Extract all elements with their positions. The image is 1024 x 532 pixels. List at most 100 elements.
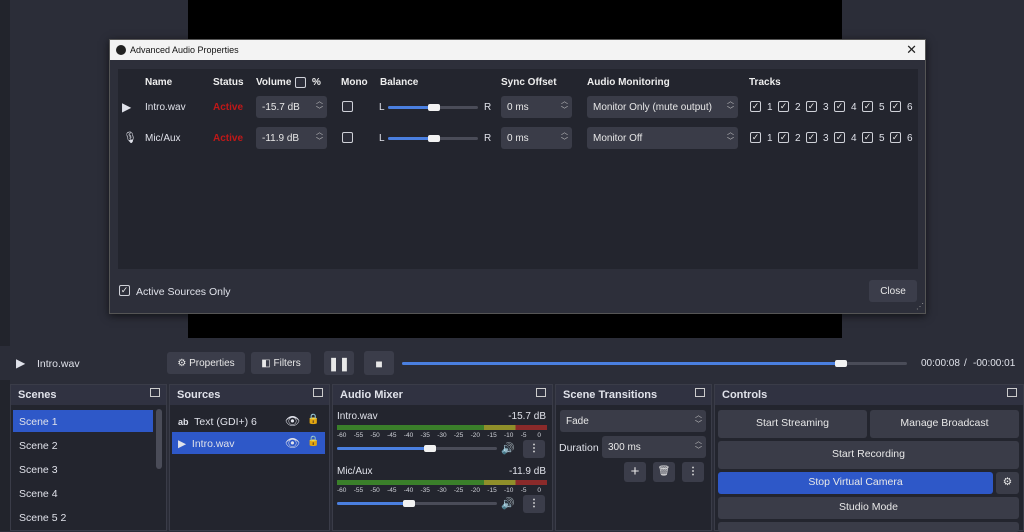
channel-name: Mic/Aux xyxy=(337,466,373,477)
duration-value: 300 ms xyxy=(608,442,641,453)
spin-arrows-icon[interactable]: ︿ ﹀ xyxy=(695,437,702,455)
controls-title: Controls xyxy=(722,389,768,401)
lock-icon[interactable]: 🔒 xyxy=(307,414,319,425)
trash-icon[interactable]: 🗑 xyxy=(653,462,675,482)
source-item[interactable]: ▶ Intro.wav 👁 🔒 xyxy=(172,432,325,454)
popout-icon[interactable] xyxy=(695,388,705,397)
source-item[interactable]: ab Text (GDI+) 6 👁 🔒 xyxy=(172,410,325,432)
monitoring-dropdown[interactable]: Monitor Only (mute output) ︿ ﹀ xyxy=(587,96,738,118)
row-name: Mic/Aux xyxy=(145,133,181,144)
close-button[interactable]: Close xyxy=(869,280,917,302)
popout-icon[interactable] xyxy=(313,388,323,397)
dropdown-arrows-icon[interactable]: ︿ ﹀ xyxy=(695,411,702,429)
lock-icon[interactable]: 🔒 xyxy=(307,436,319,447)
scene-item[interactable]: Scene 3 xyxy=(13,458,153,480)
play-icon: ▶ xyxy=(178,438,187,450)
seek-handle[interactable] xyxy=(834,360,847,367)
mono-checkbox[interactable] xyxy=(342,132,353,143)
track-checkbox[interactable]: ✓ xyxy=(778,101,789,112)
balance-handle[interactable] xyxy=(428,104,440,111)
close-icon[interactable]: ✕ xyxy=(906,42,917,58)
filter-icon: ◧ xyxy=(261,358,271,369)
duration-spinbox[interactable]: 300 ms ︿ ﹀ xyxy=(602,436,706,458)
volume-handle[interactable] xyxy=(403,500,415,507)
volume-spinbox[interactable]: -11.9 dB ︿ ﹀ xyxy=(256,127,327,149)
channel-db: -11.9 dB xyxy=(508,466,546,477)
monitoring-dropdown[interactable]: Monitor Off ︿ ﹀ xyxy=(587,127,738,149)
popout-icon[interactable] xyxy=(1007,388,1017,397)
track-label: 3 xyxy=(823,102,829,113)
track-label: 5 xyxy=(879,133,885,144)
add-transition-button[interactable]: + xyxy=(624,462,646,482)
filters-button[interactable]: ◧ Filters xyxy=(251,352,311,374)
play-icon[interactable]: ▶ xyxy=(16,356,25,370)
meter-tick-label: -30 xyxy=(437,487,447,494)
sync-offset-spinbox[interactable]: 0 ms ︿ ﹀ xyxy=(501,127,572,149)
track-checkbox[interactable]: ✓ xyxy=(806,132,817,143)
audio-mixer-dock: Audio Mixer Intro.wav -15.7 dB -60 -55 -50 -4… xyxy=(332,384,553,531)
meter-tick-label: 0 xyxy=(537,432,542,439)
volume-handle[interactable] xyxy=(424,445,436,452)
track-checkbox[interactable]: ✓ xyxy=(834,132,845,143)
track-label: 1 xyxy=(767,102,773,113)
meter-tick-label: -60 xyxy=(337,487,347,494)
track-checkbox[interactable]: ✓ xyxy=(778,132,789,143)
popout-icon[interactable] xyxy=(150,388,160,397)
scenes-scrollbar[interactable] xyxy=(156,409,162,469)
active-only-checkbox[interactable]: ✓ xyxy=(119,285,130,296)
mono-checkbox[interactable] xyxy=(342,101,353,112)
stop-virtual-camera-button[interactable]: Stop Virtual Camera xyxy=(718,472,993,494)
properties-button[interactable]: ⚙ Properties xyxy=(167,352,245,374)
current-source-name: Intro.wav xyxy=(37,358,80,370)
scene-item[interactable]: Scene 2 xyxy=(13,434,153,456)
scene-item[interactable]: Scene 1 xyxy=(13,410,153,432)
track-checkbox[interactable]: ✓ xyxy=(890,101,901,112)
spin-arrows-icon[interactable]: ︿ ﹀ xyxy=(316,97,323,115)
balance-left-label: L xyxy=(379,102,385,113)
time-elapsed: 00:00:08 xyxy=(921,358,960,369)
track-checkbox[interactable]: ✓ xyxy=(834,101,845,112)
more-options-icon[interactable]: ⋮ xyxy=(682,462,704,482)
sync-offset-spinbox[interactable]: 0 ms ︿ ﹀ xyxy=(501,96,572,118)
eye-icon[interactable]: 👁 xyxy=(285,436,300,450)
spin-arrows-icon[interactable]: ︿ ﹀ xyxy=(561,128,568,146)
manage-broadcast-button[interactable]: Manage Broadcast xyxy=(870,410,1019,438)
more-options-icon[interactable]: ⋮ xyxy=(523,440,545,458)
spin-arrows-icon[interactable]: ︿ ﹀ xyxy=(561,97,568,115)
studio-mode-button[interactable]: Studio Mode xyxy=(718,497,1019,519)
resize-grip-icon[interactable]: ⋰ xyxy=(916,302,924,311)
more-options-icon[interactable]: ⋮ xyxy=(523,495,545,513)
volume-fill xyxy=(337,502,409,505)
volume-percent-checkbox[interactable] xyxy=(295,77,306,88)
pause-button[interactable]: ❚❚ xyxy=(324,351,354,375)
spin-arrows-icon[interactable]: ︿ ﹀ xyxy=(316,128,323,146)
scene-item[interactable]: Scene 5 2 xyxy=(13,506,153,528)
transition-type-value: Fade xyxy=(566,416,589,427)
eye-icon[interactable]: 👁 xyxy=(285,414,300,428)
start-streaming-button[interactable]: Start Streaming xyxy=(718,410,867,438)
speaker-icon[interactable]: 🔊 xyxy=(501,497,515,510)
start-recording-button[interactable]: Start Recording xyxy=(718,441,1019,469)
volume-value: -15.7 dB xyxy=(262,102,300,113)
scene-item[interactable]: Scene 4 xyxy=(13,482,153,504)
track-checkbox[interactable]: ✓ xyxy=(862,101,873,112)
meter-tick-label: -55 xyxy=(353,487,364,494)
balance-handle[interactable] xyxy=(428,135,440,142)
track-checkbox[interactable]: ✓ xyxy=(862,132,873,143)
source-label: Text (GDI+) 6 xyxy=(194,416,257,428)
balance-fill xyxy=(388,137,433,140)
stop-button[interactable]: ■ xyxy=(364,351,394,375)
volume-spinbox[interactable]: -15.7 dB ︿ ﹀ xyxy=(256,96,327,118)
transition-type-dropdown[interactable]: Fade ︿ ﹀ xyxy=(560,410,706,432)
track-checkbox[interactable]: ✓ xyxy=(890,132,901,143)
dropdown-arrows-icon[interactable]: ︿ ﹀ xyxy=(727,97,734,115)
track-checkbox[interactable]: ✓ xyxy=(750,132,761,143)
dropdown-arrows-icon[interactable]: ︿ ﹀ xyxy=(727,128,734,146)
filters-label: Filters xyxy=(273,358,301,369)
transitions-title: Scene Transitions xyxy=(563,389,658,401)
speaker-icon[interactable]: 🔊 xyxy=(501,442,515,455)
track-checkbox[interactable]: ✓ xyxy=(750,101,761,112)
track-checkbox[interactable]: ✓ xyxy=(806,101,817,112)
popout-icon[interactable] xyxy=(536,388,546,397)
gear-icon[interactable]: ⚙ xyxy=(996,472,1019,494)
